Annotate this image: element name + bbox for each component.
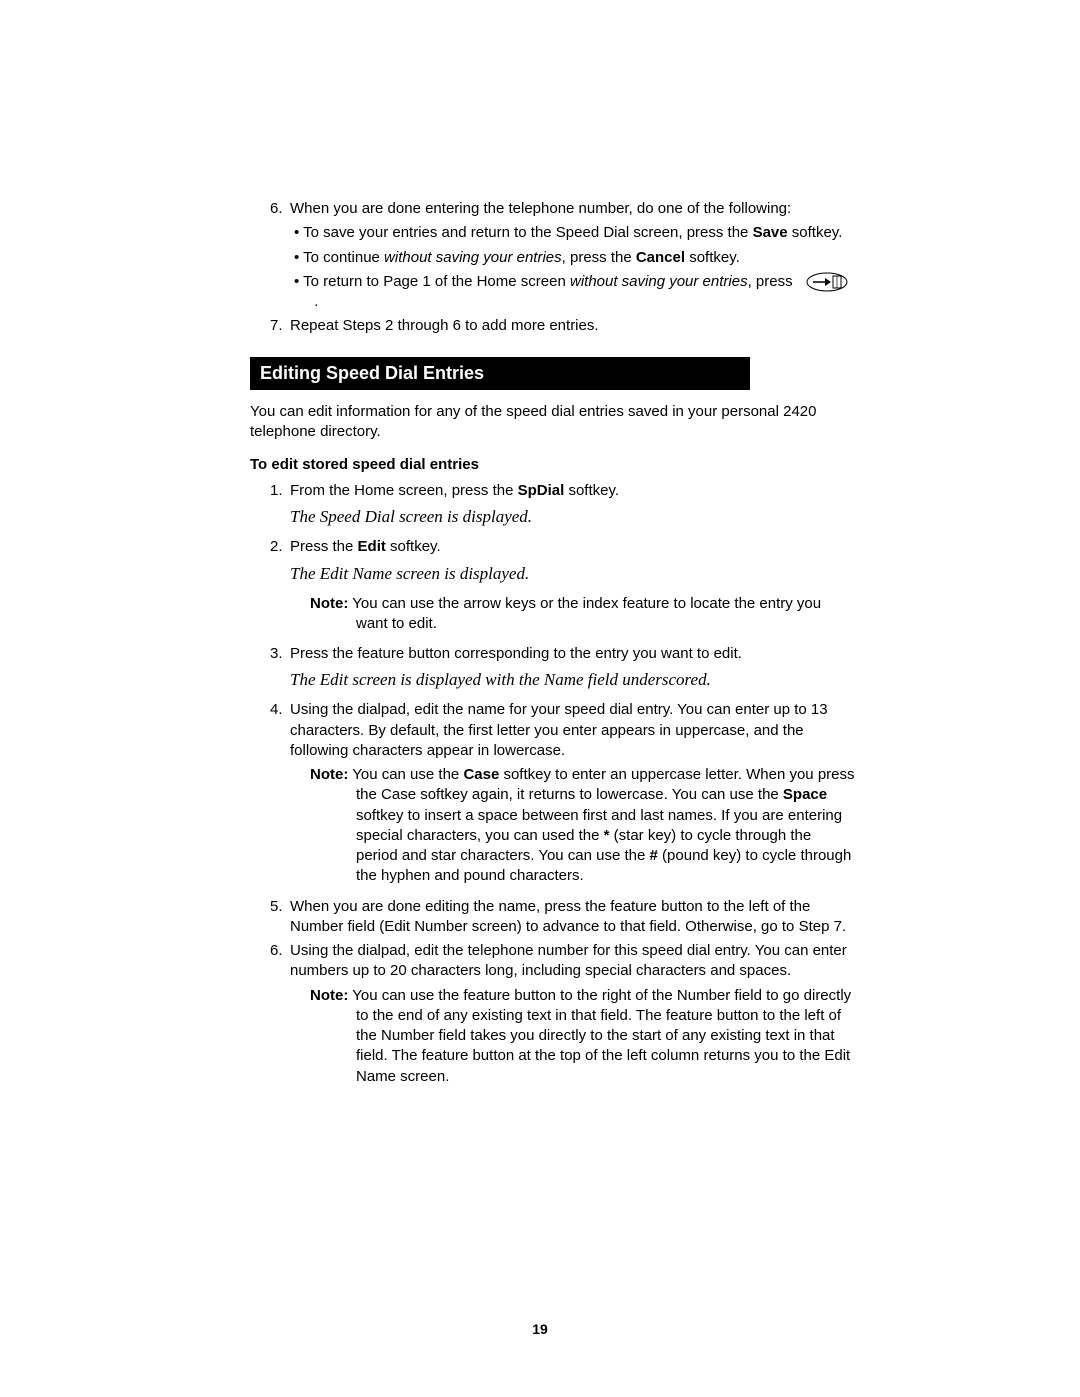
- edit-step-6: 6.Using the dialpad, edit the telephone …: [290, 941, 855, 982]
- step-7: 7.Repeat Steps 2 through 6 to add more e…: [290, 316, 855, 336]
- edit-steps: 1.From the Home screen, press the SpDial…: [250, 481, 855, 1087]
- step-text: Repeat Steps 2 through 6 to add more ent…: [290, 317, 599, 334]
- bullet-cancel: To continue without saving your entries,…: [310, 248, 855, 268]
- note-6: Note: You can use the feature button to …: [310, 986, 855, 1087]
- result-2: The Edit Name screen is displayed.: [290, 564, 855, 584]
- step-number: 6.: [270, 199, 290, 219]
- step-number: 7.: [270, 316, 290, 336]
- section-intro: You can edit information for any of the …: [250, 402, 855, 443]
- exit-button-icon: [805, 272, 849, 292]
- page-number: 19: [0, 1321, 1080, 1337]
- edit-step-1: 1.From the Home screen, press the SpDial…: [290, 481, 855, 501]
- continued-steps: 6.When you are done entering the telepho…: [250, 199, 855, 337]
- result-3: The Edit screen is displayed with the Na…: [290, 670, 855, 690]
- step-6: 6.When you are done entering the telepho…: [290, 199, 855, 219]
- bullet-exit: To return to Page 1 of the Home screen w…: [310, 272, 855, 313]
- step-text: When you are done entering the telephone…: [290, 200, 791, 217]
- edit-step-2: 2.Press the Edit softkey.: [290, 537, 855, 557]
- bullet-save: To save your entries and return to the S…: [310, 223, 855, 243]
- edit-step-5: 5.When you are done editing the name, pr…: [290, 897, 855, 938]
- result-1: The Speed Dial screen is displayed.: [290, 507, 855, 527]
- page-body: 6.When you are done entering the telepho…: [0, 0, 1080, 1157]
- edit-step-4: 4.Using the dialpad, edit the name for y…: [290, 700, 855, 761]
- section-heading: Editing Speed Dial Entries: [250, 357, 750, 390]
- note-2: Note: You can use the arrow keys or the …: [310, 594, 855, 635]
- note-4: Note: You can use the Case softkey to en…: [310, 765, 855, 887]
- procedure-title: To edit stored speed dial entries: [250, 456, 855, 473]
- edit-step-3: 3.Press the feature button corresponding…: [290, 644, 855, 664]
